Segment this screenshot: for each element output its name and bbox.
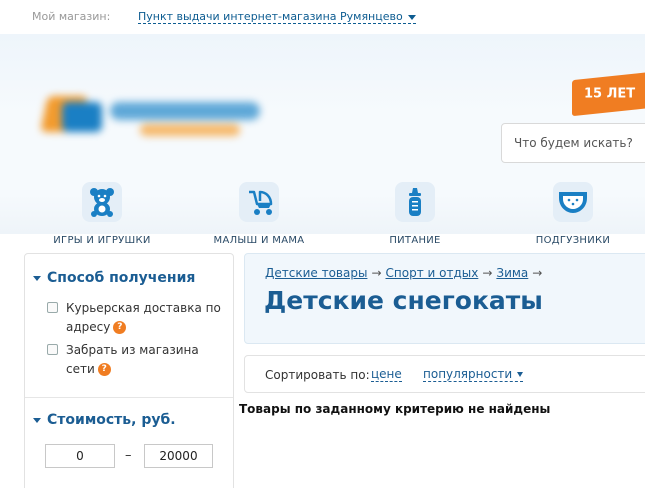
category-label: ИГРЫ И ИГРУШКИ — [53, 235, 151, 246]
sort-by-price[interactable]: цене — [371, 368, 402, 382]
breadcrumb-arrow: → — [482, 266, 493, 280]
breadcrumb-arrow: → — [371, 266, 382, 280]
price-min-input[interactable] — [45, 444, 115, 468]
diaper-icon — [553, 182, 593, 222]
site-header: 15 ЛЕТ ИГРЫ И ИГРУШКИ МАЛЫШ И МАМА — [0, 34, 645, 246]
chevron-down-icon — [33, 417, 41, 423]
breadcrumb-link[interactable]: Спорт и отдых — [386, 266, 479, 280]
store-bar: Мой магазин: Пункт выдачи интернет-магаз… — [0, 0, 645, 34]
category-food[interactable]: ПИТАНИЕ — [345, 182, 485, 252]
page-title: Детские снегокаты — [264, 286, 543, 315]
store-label: Мой магазин: — [32, 10, 111, 23]
courier-option-label: Курьерская доставка по адресу — [66, 301, 221, 334]
sort-popularity-label: популярности — [423, 367, 513, 381]
chevron-down-icon — [33, 275, 41, 281]
sort-label: Сортировать по: — [265, 368, 370, 382]
category-label: ПИТАНИЕ — [389, 235, 441, 246]
category-label: МАЛЫШ И МАМА — [213, 235, 305, 246]
price-max-input[interactable] — [144, 444, 213, 468]
store-selector[interactable]: Пункт выдачи интернет-магазина Румянцево — [138, 10, 416, 24]
filter-divider — [25, 397, 233, 398]
breadcrumb: Детские товары → Спорт и отдых → Зима → — [265, 266, 546, 280]
baby-bottle-icon — [395, 182, 435, 222]
category-header-panel: Детские товары → Спорт и отдых → Зима → Детск… — [244, 253, 645, 344]
category-diapers[interactable]: ПОДГУЗНИКИ — [503, 182, 643, 252]
help-icon[interactable]: ? — [113, 321, 127, 334]
sort-bar: Сортировать по: цене популярности — [244, 355, 645, 393]
anniversary-text: 15 ЛЕТ — [584, 86, 636, 102]
help-icon[interactable]: ? — [97, 363, 111, 376]
price-filter-toggle[interactable]: Стоимость, руб. — [33, 412, 176, 428]
filter-panel: Способ получения Курьерская доставка по … — [24, 253, 234, 488]
breadcrumb-arrow: → — [532, 266, 543, 280]
store-name: Пункт выдачи интернет-магазина Румянцево — [138, 10, 403, 23]
delivery-option-courier[interactable]: Курьерская доставка по адресу? — [47, 299, 226, 337]
pickup-option-label: Забрать из магазина сети — [66, 343, 199, 376]
pickup-checkbox[interactable] — [47, 344, 58, 355]
breadcrumb-link[interactable]: Детские товары — [265, 266, 367, 280]
delivery-option-pickup[interactable]: Забрать из магазина сети? — [47, 341, 226, 379]
sort-by-popularity[interactable]: популярности — [423, 367, 524, 382]
delivery-filter-title: Способ получения — [47, 270, 196, 286]
category-toys[interactable]: ИГРЫ И ИГРУШКИ — [32, 182, 172, 252]
chevron-down-icon — [407, 14, 416, 20]
category-label: ПОДГУЗНИКИ — [535, 235, 611, 246]
price-range-dash: – — [125, 448, 132, 463]
courier-checkbox[interactable] — [47, 302, 58, 313]
teddy-bear-icon — [82, 182, 122, 222]
site-logo[interactable] — [40, 96, 265, 144]
stroller-icon — [239, 182, 279, 222]
price-filter-title: Стоимость, руб. — [47, 412, 176, 428]
delivery-filter-toggle[interactable]: Способ получения — [33, 270, 195, 286]
chevron-down-icon — [517, 372, 524, 377]
search-input[interactable] — [501, 123, 645, 163]
empty-results-message: Товары по заданному критерию не найдены — [239, 402, 551, 416]
category-baby-mom[interactable]: МАЛЫШ И МАМА — [189, 182, 329, 252]
breadcrumb-link[interactable]: Зима — [496, 266, 528, 280]
anniversary-ribbon[interactable]: 15 ЛЕТ — [572, 71, 645, 117]
